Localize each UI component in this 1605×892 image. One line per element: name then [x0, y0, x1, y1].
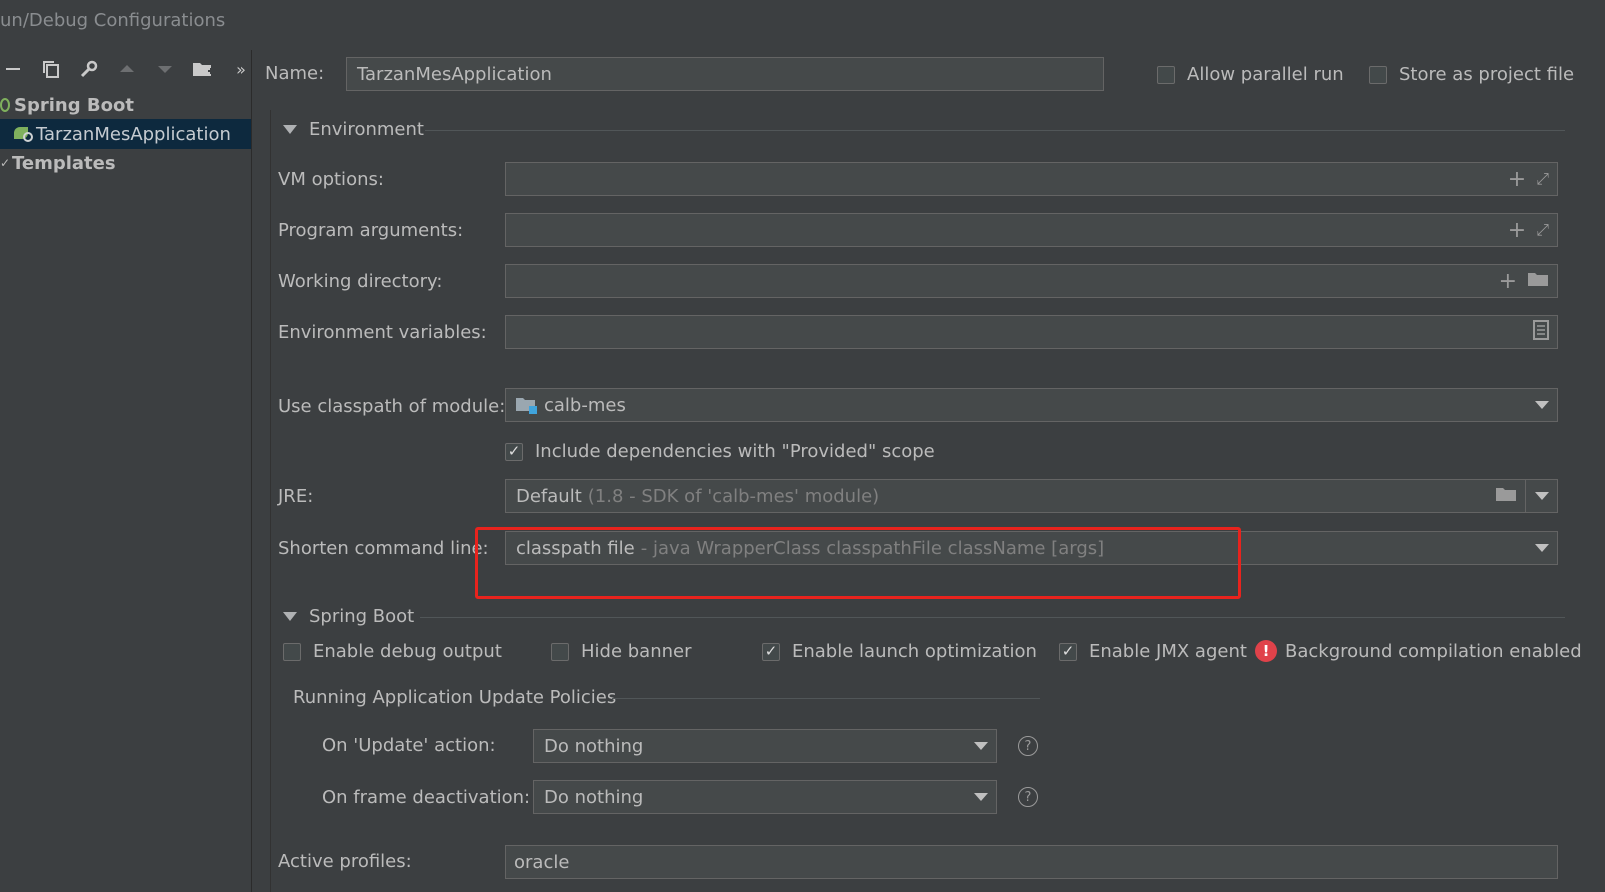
working-directory-input[interactable]: + [505, 264, 1558, 298]
help-icon[interactable]: ? [1018, 736, 1038, 756]
include-deps-label: Include dependencies with "Provided" sco… [535, 441, 935, 462]
checkbox-box[interactable] [283, 642, 301, 661]
arrow-down-icon[interactable] [152, 56, 178, 82]
collapse-triangle-icon [283, 612, 297, 621]
expand-icon[interactable]: ⤢ [1536, 169, 1549, 189]
section-divider [420, 617, 1565, 618]
chevron-down-icon [1535, 401, 1549, 409]
help-icon[interactable]: ? [1018, 787, 1038, 807]
tree-item-spring-boot[interactable]: Spring Boot [0, 90, 134, 120]
active-profiles-value: oracle [514, 851, 570, 873]
jre-label: JRE: [278, 486, 314, 507]
name-value: TarzanMesApplication [357, 63, 552, 85]
check-icon[interactable]: ✓ [762, 642, 780, 661]
vm-options-input[interactable]: + ⤢ [505, 162, 1558, 196]
chevron-down-icon [1535, 544, 1549, 552]
arrow-up-icon[interactable] [114, 56, 140, 82]
plus-icon[interactable]: + [1508, 218, 1526, 243]
allow-parallel-checkbox[interactable]: Allow parallel run [1157, 64, 1344, 85]
environment-section-title: Environment [309, 119, 424, 140]
panel-divider [251, 50, 252, 892]
copy-icon[interactable] [38, 56, 64, 82]
environment-variables-label: Environment variables: [278, 322, 487, 343]
section-divider [612, 698, 1040, 699]
panel-divider-inner [270, 110, 271, 892]
folder-icon[interactable] [1495, 485, 1517, 508]
new-folder-icon[interactable] [190, 56, 216, 82]
jre-input[interactable]: Default (1.8 - SDK of 'calb-mes' module) [505, 479, 1526, 513]
name-label: Name: [265, 63, 325, 84]
expand-icon[interactable]: ⤢ [1536, 220, 1549, 240]
environment-collapse-toggle[interactable] [283, 125, 297, 134]
section-divider [425, 130, 1565, 131]
checkbox-box[interactable] [551, 642, 569, 661]
tree-item-tarzan-app[interactable]: TarzanMesApplication [0, 119, 251, 149]
frame-deactivation-label: On frame deactivation: [322, 787, 531, 808]
store-project-checkbox[interactable]: Store as project file [1369, 64, 1574, 85]
program-arguments-input[interactable]: + ⤢ [505, 213, 1558, 247]
module-label: Use classpath of module: [278, 396, 506, 417]
program-arguments-label: Program arguments: [278, 220, 464, 241]
background-compilation-label: Background compilation enabled [1285, 640, 1582, 662]
collapse-triangle-icon [283, 125, 297, 134]
frame-deactivation-value: Do nothing [544, 786, 644, 808]
document-icon[interactable] [1533, 319, 1549, 345]
jre-value: Default [516, 485, 582, 507]
jmx-agent-label: Enable JMX agent [1089, 641, 1247, 662]
launch-optimization-checkbox[interactable]: ✓ Enable launch optimization [762, 641, 1037, 662]
window-title: un/Debug Configurations [0, 10, 226, 31]
store-project-label: Store as project file [1399, 64, 1575, 85]
name-input[interactable]: TarzanMesApplication [346, 57, 1104, 91]
active-profiles-label: Active profiles: [278, 851, 412, 872]
hide-banner-label: Hide banner [581, 641, 692, 662]
wrench-icon[interactable] [76, 56, 102, 82]
tree-label-templates: Templates [12, 152, 116, 174]
jmx-agent-checkbox[interactable]: ✓ Enable JMX agent [1059, 641, 1247, 662]
tree-item-templates[interactable]: ✓ Templates [0, 148, 116, 178]
wrench-icon: ✓ [0, 156, 11, 170]
plus-icon[interactable]: + [1499, 269, 1517, 294]
config-toolbar: » [0, 56, 254, 82]
jre-dropdown-button[interactable] [1525, 479, 1558, 513]
spring-boot-icon [0, 98, 10, 112]
tree-label-app: TarzanMesApplication [36, 123, 231, 145]
spring-boot-section-title: Spring Boot [309, 606, 415, 627]
module-folder-icon [516, 395, 538, 415]
jre-hint: (1.8 - SDK of 'calb-mes' module) [587, 485, 880, 507]
error-icon: ! [1255, 640, 1277, 662]
frame-deactivation-select[interactable]: Do nothing [533, 780, 997, 814]
update-action-label: On 'Update' action: [322, 735, 496, 756]
launch-optimization-label: Enable launch optimization [792, 641, 1037, 662]
shorten-command-label: Shorten command line: [278, 538, 489, 559]
tree-label-spring-boot: Spring Boot [14, 94, 134, 116]
hide-banner-checkbox[interactable]: Hide banner [551, 641, 692, 662]
checkbox-box[interactable] [1369, 65, 1387, 84]
module-select[interactable]: calb-mes [505, 388, 1558, 422]
plus-icon[interactable]: + [1508, 167, 1526, 192]
vm-options-label: VM options: [278, 169, 384, 190]
highlight-annotation-box [475, 527, 1241, 599]
include-deps-checkbox[interactable]: ✓ Include dependencies with "Provided" s… [505, 441, 935, 462]
environment-variables-input[interactable] [505, 315, 1558, 349]
minus-icon[interactable] [0, 56, 26, 82]
checkbox-box[interactable] [1157, 65, 1175, 84]
spring-app-icon [14, 125, 34, 143]
chevron-down-icon [974, 742, 988, 750]
update-action-select[interactable]: Do nothing [533, 729, 997, 763]
folder-icon[interactable] [1527, 270, 1549, 293]
working-directory-label: Working directory: [278, 271, 443, 292]
active-profiles-input[interactable]: oracle [505, 845, 1558, 879]
spring-boot-collapse-toggle[interactable] [283, 612, 297, 621]
update-policies-title: Running Application Update Policies [293, 687, 617, 708]
chevron-down-icon [974, 793, 988, 801]
debug-output-label: Enable debug output [313, 641, 502, 662]
check-icon[interactable]: ✓ [1059, 642, 1077, 661]
module-value: calb-mes [544, 394, 626, 416]
debug-output-checkbox[interactable]: Enable debug output [283, 641, 502, 662]
chevron-down-icon [1534, 492, 1549, 500]
allow-parallel-label: Allow parallel run [1187, 64, 1344, 85]
update-action-value: Do nothing [544, 735, 644, 757]
check-icon[interactable]: ✓ [505, 442, 523, 461]
background-compilation-warning: ! Background compilation enabled [1255, 640, 1582, 662]
